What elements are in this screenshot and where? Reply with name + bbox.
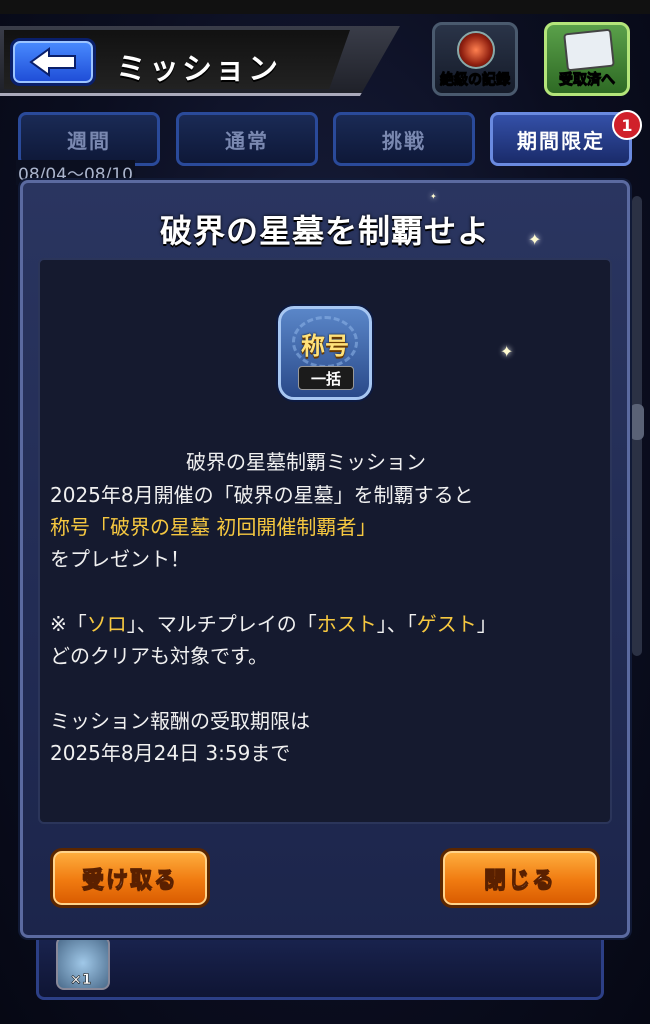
tab-weekly[interactable]: 週間	[18, 112, 160, 166]
sparkle-icon: ✦	[430, 192, 437, 201]
book-icon	[563, 28, 615, 72]
received-label: 受取済へ	[559, 72, 616, 89]
description-line: をプレゼント！	[50, 547, 190, 571]
deadline-line: ミッション報酬の受取期限は	[50, 709, 310, 733]
tab-challenge[interactable]: 挑戦	[333, 112, 475, 166]
tab-limited[interactable]: 期間限定	[490, 112, 632, 166]
close-button[interactable]: 閉じる	[440, 848, 600, 908]
status-strip	[0, 0, 650, 14]
mission-name: 破界の星墓制覇ミッション	[186, 450, 426, 474]
back-arrow-icon	[29, 47, 76, 77]
records-button[interactable]: 絶級の記録	[432, 22, 518, 96]
eligibility-line: どのクリアも対象です。	[50, 644, 268, 668]
scrollbar-thumb[interactable]	[630, 404, 644, 440]
records-label: 絶級の記録	[440, 72, 511, 89]
notification-badge: 1	[612, 110, 642, 140]
page-title: ミッション	[116, 52, 281, 87]
receive-button[interactable]: 受け取る	[50, 848, 210, 908]
reward-description: 称号「破界の星墓 初回開催制覇者」	[50, 515, 377, 539]
eligibility-line: ※「ソロ」、マルチプレイの「ホスト」、「ゲスト」	[50, 612, 497, 636]
description-line: 2025年8月開催の「破界の星墓」を制覇すると	[50, 483, 474, 507]
list-item[interactable]	[36, 930, 604, 1000]
sparkle-icon: ✦	[528, 230, 542, 249]
deadline-date: 2025年8月24日 3:59まで	[50, 741, 291, 765]
reward-sub-label: 一括	[298, 366, 354, 390]
item-quantity: ×1	[70, 972, 92, 989]
back-button[interactable]	[10, 38, 96, 86]
vortex-icon	[457, 31, 495, 69]
tab-normal[interactable]: 通常	[176, 112, 318, 166]
received-button[interactable]: 受取済へ	[544, 22, 630, 96]
sparkle-icon: ✦	[500, 342, 514, 361]
reward-title: 称号	[301, 332, 349, 360]
